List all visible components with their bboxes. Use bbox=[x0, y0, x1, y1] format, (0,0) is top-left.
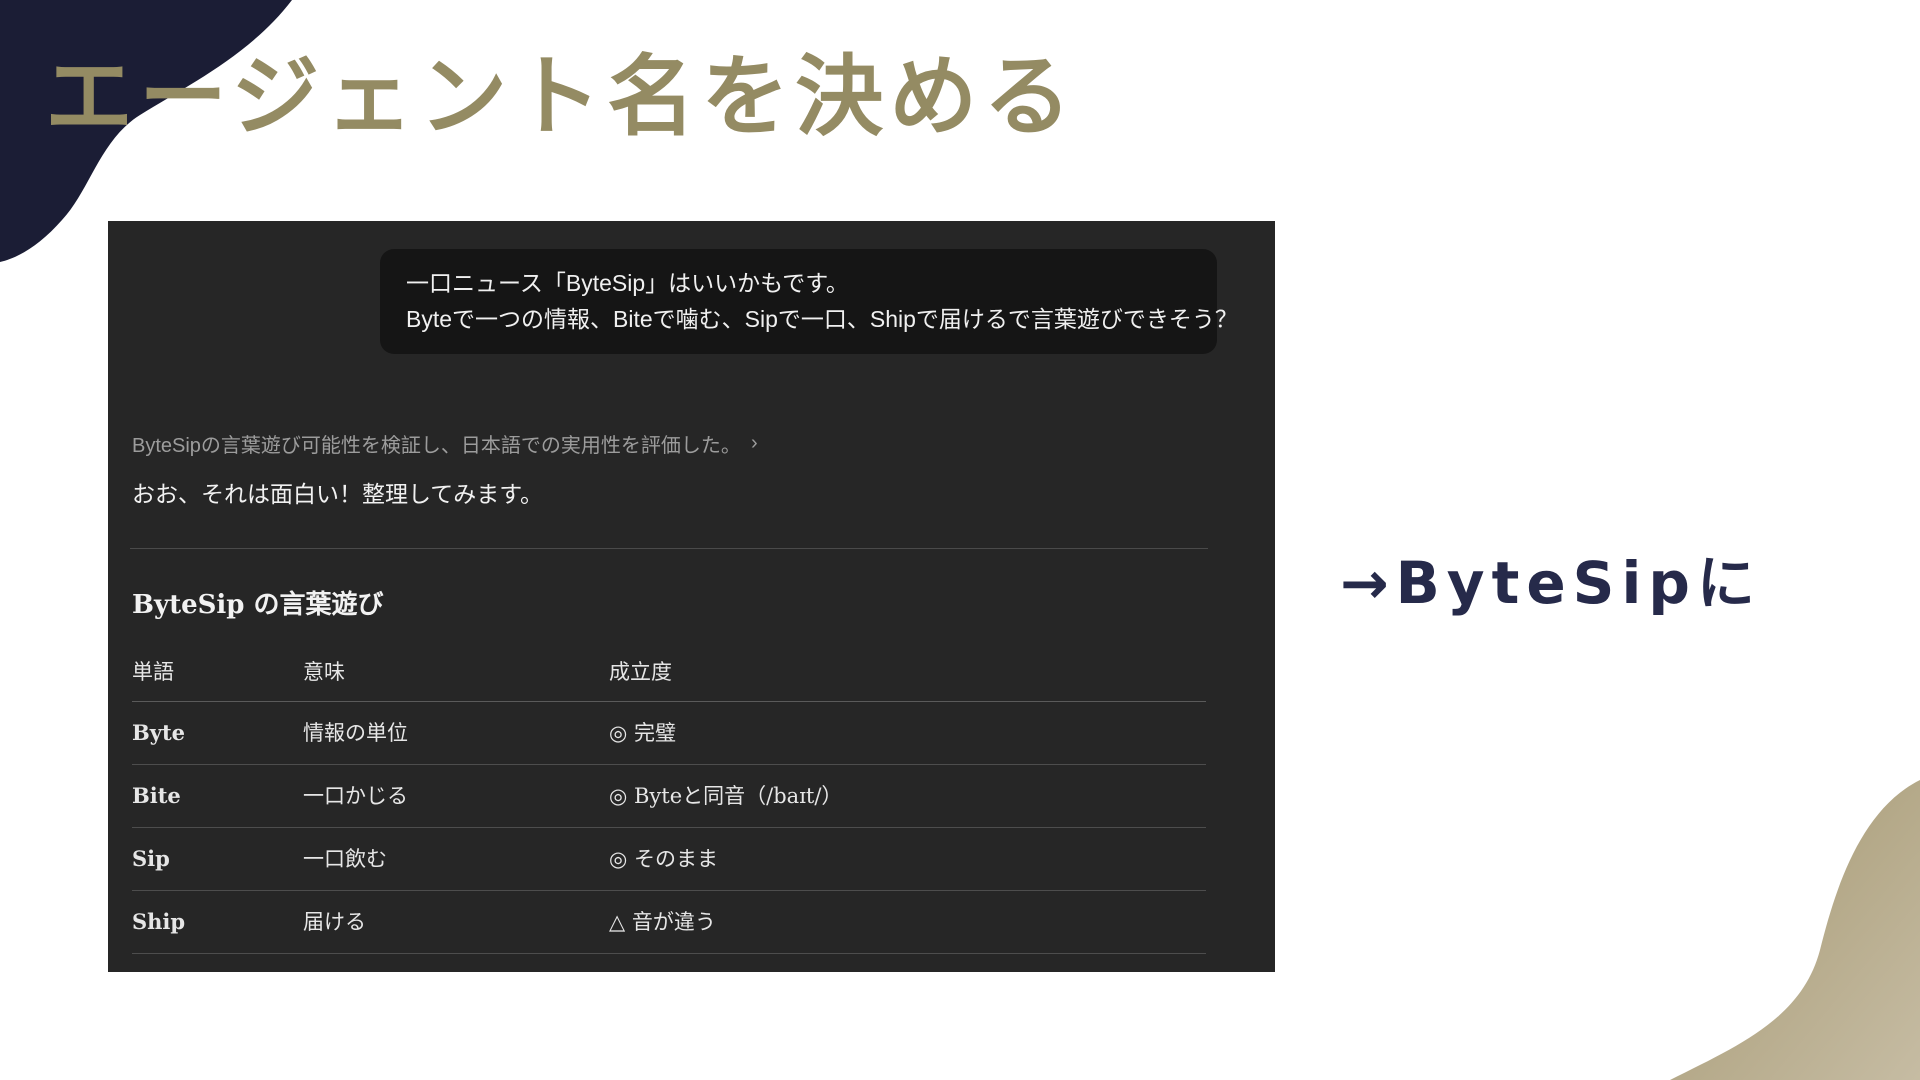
table-cell-word: Byte bbox=[132, 720, 186, 745]
table-row: Sip 一口飲む ◎ そのまま bbox=[132, 828, 1206, 891]
assistant-reply-intro: おお、それは面白い！整理してみます。 bbox=[132, 482, 544, 508]
table-header-row: 単語 意味 成立度 bbox=[132, 643, 1206, 702]
table-cell-word: Bite bbox=[132, 783, 181, 808]
thinking-summary-toggle[interactable]: ByteSipの言葉遊び可能性を検証し、日本語での実用性を評価した。 › bbox=[132, 429, 758, 458]
table-header-cell: 意味 bbox=[303, 660, 345, 684]
wordplay-table: 単語 意味 成立度 Byte 情報の単位 ◎ 完璧 Bite 一口かじる ◎ B… bbox=[132, 643, 1206, 954]
table-cell-rating: ◎ そのまま bbox=[609, 847, 718, 871]
table-row: Ship 届ける △ 音が違う bbox=[132, 891, 1206, 954]
user-message-line-1: 一口ニュース「ByteSip」はいいかもです。 bbox=[406, 270, 849, 296]
table-row: Byte 情報の単位 ◎ 完璧 bbox=[132, 702, 1206, 765]
table-row: Bite 一口かじる ◎ Byteと同音（/baɪt/） bbox=[132, 765, 1206, 828]
callout-text: →ByteSipに bbox=[1340, 549, 1762, 617]
table-header-cell: 成立度 bbox=[609, 660, 672, 684]
table-cell-rating: ◎ 完璧 bbox=[609, 721, 676, 745]
table-cell-rating: ◎ Byteと同音（/baɪt/） bbox=[609, 784, 843, 808]
user-message-line-2: Byteで一つの情報、Biteで噛む、Sipで一口、Shipで届けるで言葉遊びで… bbox=[406, 306, 1238, 332]
table-cell-word: Ship bbox=[132, 909, 186, 934]
gold-corner-blob bbox=[1670, 780, 1920, 1080]
chevron-right-icon: › bbox=[750, 432, 758, 454]
table-cell-rating: △ 音が違う bbox=[609, 910, 716, 934]
table-cell-meaning: 届ける bbox=[303, 910, 366, 934]
divider bbox=[130, 548, 1208, 549]
thinking-summary-text: ByteSipの言葉遊び可能性を検証し、日本語での実用性を評価した。 bbox=[132, 435, 741, 457]
table-cell-word: Sip bbox=[132, 846, 170, 871]
table-header-cell: 単語 bbox=[132, 660, 174, 684]
slide-title: エージェント名を決める bbox=[45, 45, 1078, 148]
table-cell-meaning: 一口かじる bbox=[303, 784, 408, 808]
table-cell-meaning: 一口飲む bbox=[303, 847, 387, 871]
table-cell-meaning: 情報の単位 bbox=[303, 721, 408, 745]
user-message-bubble: 一口ニュース「ByteSip」はいいかもです。 Byteで一つの情報、Biteで… bbox=[380, 249, 1238, 354]
section-heading: ByteSip の言葉遊び bbox=[132, 590, 384, 620]
chat-screenshot-panel: 一口ニュース「ByteSip」はいいかもです。 Byteで一つの情報、Biteで… bbox=[108, 221, 1275, 972]
